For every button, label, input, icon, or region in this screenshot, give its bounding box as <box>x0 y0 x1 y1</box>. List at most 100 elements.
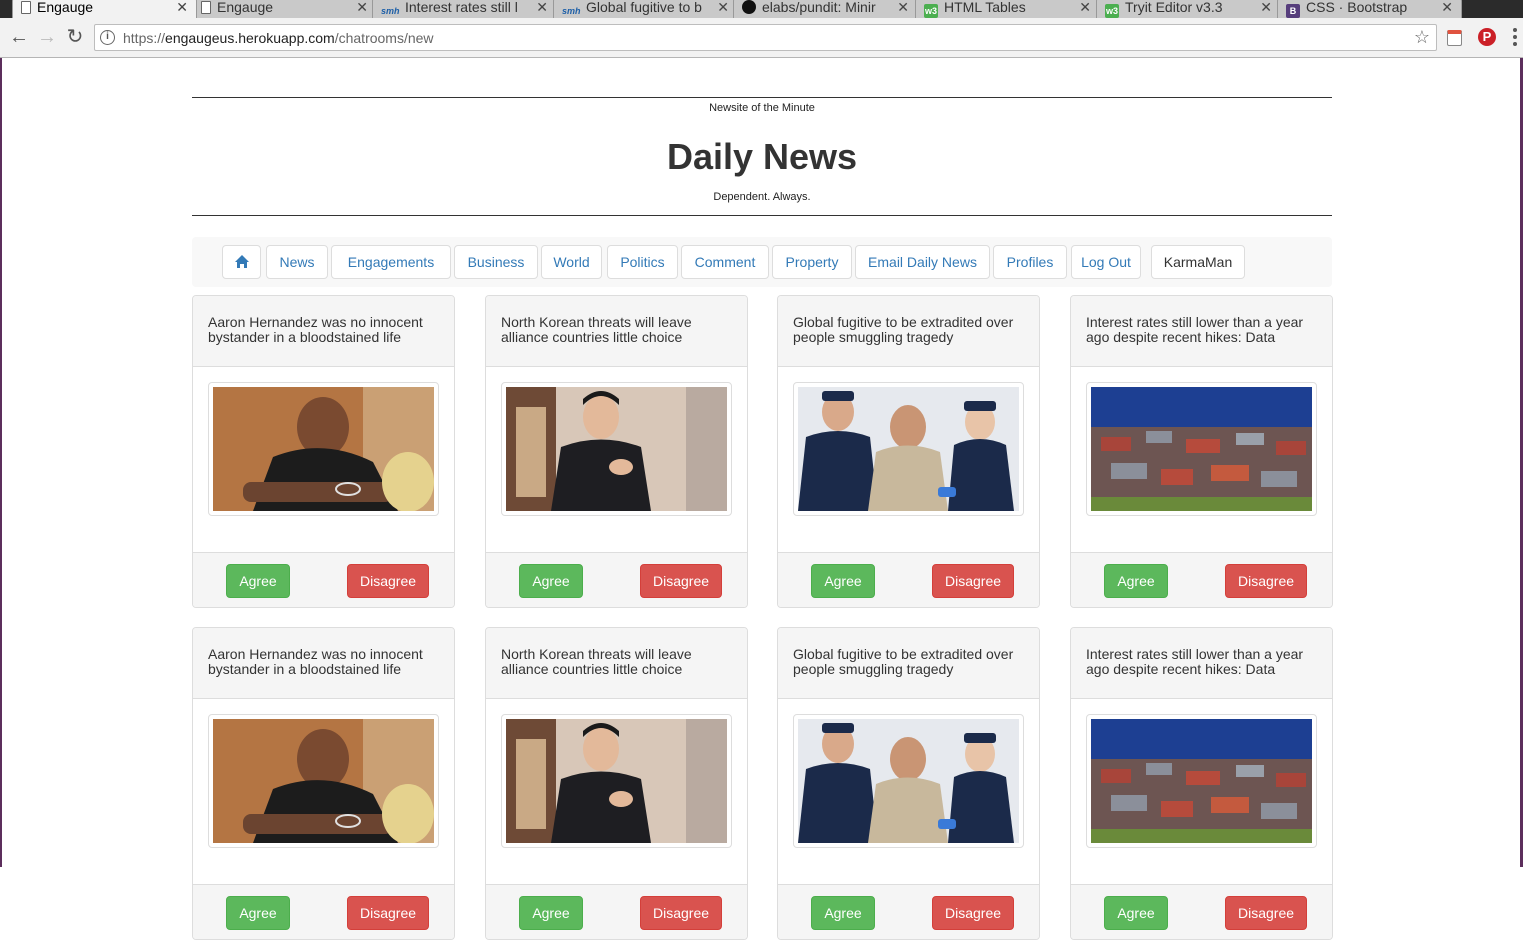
tab-title: Engauge <box>37 0 94 15</box>
disagree-button[interactable]: Disagree <box>640 564 722 598</box>
card-headline: Aaron Hernandez was no innocent bystande… <box>193 628 454 699</box>
nav-comment[interactable]: Comment <box>681 245 769 279</box>
nav-business[interactable]: Business <box>454 245 538 279</box>
card-headline: Aaron Hernandez was no innocent bystande… <box>193 296 454 367</box>
card-actions: Agree Disagree <box>1071 884 1332 939</box>
card-body <box>1071 699 1332 884</box>
nav-property[interactable]: Property <box>772 245 852 279</box>
courtroom-photo <box>213 387 434 511</box>
bookmark-star-icon[interactable]: ☆ <box>1414 27 1430 48</box>
url-text[interactable]: https://engaugeus.herokuapp.com/chatroom… <box>123 30 434 46</box>
close-icon[interactable]: ✕ <box>536 0 548 16</box>
article-thumbnail[interactable] <box>793 382 1024 516</box>
tab-title: elabs/pundit: Minir <box>762 0 876 15</box>
card-headline: Global fugitive to be extradited over pe… <box>778 296 1039 367</box>
browser-menu-icon[interactable] <box>1513 28 1517 48</box>
browser-tab[interactable]: smh Global fugitive to b ✕ <box>553 0 738 18</box>
card-headline: North Korean threats will leave alliance… <box>486 628 747 699</box>
browser-tab[interactable]: w3 HTML Tables ✕ <box>915 0 1100 18</box>
tab-title: Interest rates still l <box>405 0 518 15</box>
agree-button[interactable]: Agree <box>226 564 290 598</box>
close-icon[interactable]: ✕ <box>1079 0 1091 16</box>
card-actions: Agree Disagree <box>193 884 454 939</box>
disagree-button[interactable]: Disagree <box>1225 896 1307 930</box>
article-card: North Korean threats will leave alliance… <box>485 627 748 940</box>
nav-politics[interactable]: Politics <box>607 245 678 279</box>
disagree-button[interactable]: Disagree <box>1225 564 1307 598</box>
card-actions: Agree Disagree <box>486 884 747 939</box>
card-body <box>1071 367 1332 552</box>
page-content: Newsite of the Minute Daily News Depende… <box>192 58 1332 287</box>
nav-email-daily-news[interactable]: Email Daily News <box>855 245 990 279</box>
agree-button[interactable]: Agree <box>226 896 290 930</box>
article-thumbnail[interactable] <box>208 382 439 516</box>
card-actions: Agree Disagree <box>778 884 1039 939</box>
leader-applauding-photo <box>506 719 727 843</box>
card-headline: North Korean threats will leave alliance… <box>486 296 747 367</box>
tab-title: CSS · Bootstrap <box>1306 0 1408 15</box>
tab-title: Global fugitive to b <box>586 0 702 15</box>
article-thumbnail[interactable] <box>501 382 732 516</box>
nav-engagements[interactable]: Engagements <box>331 245 451 279</box>
close-icon[interactable]: ✕ <box>356 0 368 16</box>
smh-icon: smh <box>381 6 400 16</box>
disagree-button[interactable]: Disagree <box>932 564 1014 598</box>
extension-icon[interactable] <box>1447 30 1462 46</box>
suburban-houses-photo <box>1091 719 1312 843</box>
agree-button[interactable]: Agree <box>811 896 875 930</box>
masthead-kicker: Newsite of the Minute <box>709 102 815 114</box>
browser-tab[interactable]: smh Interest rates still l ✕ <box>372 0 557 18</box>
close-icon[interactable]: ✕ <box>1441 0 1453 16</box>
reload-icon[interactable]: ↻ <box>64 26 86 48</box>
address-bar[interactable]: i https://engaugeus.herokuapp.com/chatro… <box>94 24 1437 51</box>
nav-home[interactable] <box>222 245 261 279</box>
close-icon[interactable]: ✕ <box>1260 0 1272 16</box>
article-thumbnail[interactable] <box>793 714 1024 848</box>
article-card: Aaron Hernandez was no innocent bystande… <box>192 295 455 608</box>
nav-news[interactable]: News <box>266 245 328 279</box>
disagree-button[interactable]: Disagree <box>932 896 1014 930</box>
forward-arrow-icon[interactable]: → <box>36 26 58 48</box>
browser-toolbar: ← → ↻ i https://engaugeus.herokuapp.com/… <box>0 18 1523 58</box>
document-icon <box>21 1 31 14</box>
nav-profiles[interactable]: Profiles <box>993 245 1067 279</box>
agree-button[interactable]: Agree <box>1104 564 1168 598</box>
home-icon <box>234 255 249 268</box>
article-thumbnail[interactable] <box>208 714 439 848</box>
close-icon[interactable]: ✕ <box>897 0 909 16</box>
close-icon[interactable]: ✕ <box>717 0 729 16</box>
agree-button[interactable]: Agree <box>1104 896 1168 930</box>
close-icon[interactable]: ✕ <box>176 0 188 16</box>
disagree-button[interactable]: Disagree <box>640 896 722 930</box>
agree-button[interactable]: Agree <box>519 564 583 598</box>
info-icon[interactable]: i <box>100 30 115 45</box>
back-arrow-icon[interactable]: ← <box>8 26 30 48</box>
pinterest-icon[interactable]: P <box>1478 28 1496 46</box>
browser-tab[interactable]: B CSS · Bootstrap ✕ <box>1277 0 1462 18</box>
agree-button[interactable]: Agree <box>519 896 583 930</box>
article-thumbnail[interactable] <box>1086 714 1317 848</box>
article-thumbnail[interactable] <box>1086 382 1317 516</box>
site-tagline: Dependent. Always. <box>713 191 811 203</box>
card-headline: Interest rates still lower than a year a… <box>1071 628 1332 699</box>
tab-title: Engauge <box>217 0 274 15</box>
card-body <box>486 367 747 552</box>
window-border <box>0 58 2 867</box>
agree-button[interactable]: Agree <box>811 564 875 598</box>
browser-tab[interactable]: Engauge ✕ <box>192 0 377 18</box>
browser-tab[interactable]: elabs/pundit: Minir ✕ <box>733 0 918 18</box>
article-thumbnail[interactable] <box>501 714 732 848</box>
article-card: Interest rates still lower than a year a… <box>1070 295 1333 608</box>
disagree-button[interactable]: Disagree <box>347 896 429 930</box>
card-actions: Agree Disagree <box>486 552 747 607</box>
article-card: Aaron Hernandez was no innocent bystande… <box>192 627 455 940</box>
disagree-button[interactable]: Disagree <box>347 564 429 598</box>
card-body <box>778 367 1039 552</box>
nav-log-out[interactable]: Log Out <box>1071 245 1141 279</box>
nav-world[interactable]: World <box>541 245 602 279</box>
browser-tab[interactable]: w3 Tryit Editor v3.3 ✕ <box>1096 0 1281 18</box>
nav-username[interactable]: KarmaMan <box>1151 245 1245 279</box>
article-card: Interest rates still lower than a year a… <box>1070 627 1333 940</box>
card-body <box>486 699 747 884</box>
browser-tab[interactable]: Engauge ✕ <box>12 0 197 18</box>
